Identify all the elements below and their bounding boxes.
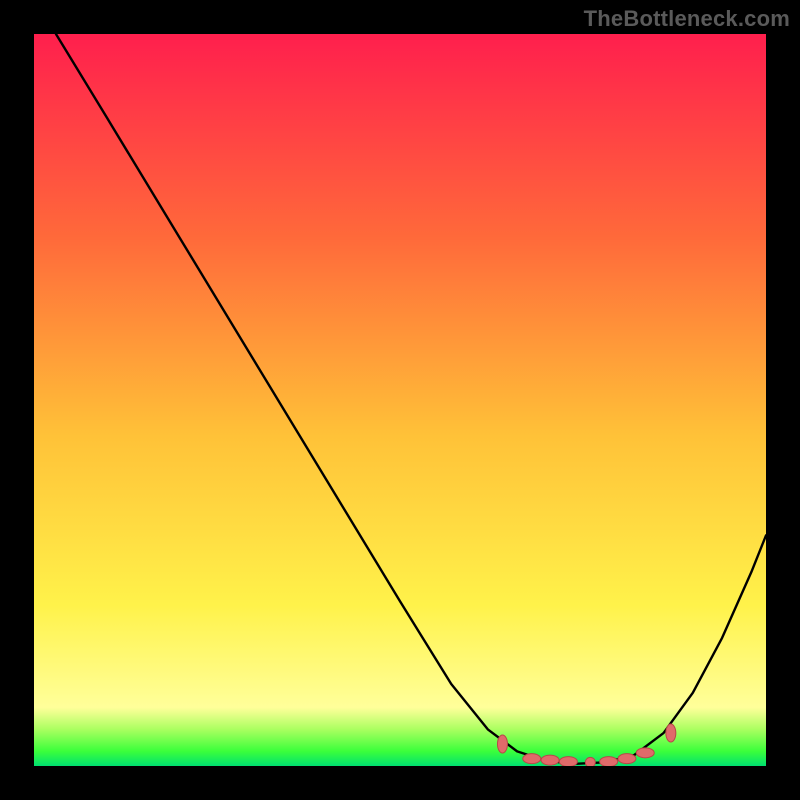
valley-marker [523, 754, 541, 764]
valley-marker [636, 748, 654, 758]
chart-frame: TheBottleneck.com [0, 0, 800, 800]
valley-marker [497, 735, 507, 753]
plot-svg [34, 34, 766, 766]
watermark-text: TheBottleneck.com [584, 6, 790, 32]
plot-area [34, 34, 766, 766]
valley-marker [618, 754, 636, 764]
valley-marker [559, 757, 577, 766]
valley-marker [585, 757, 595, 766]
valley-marker [600, 757, 618, 766]
valley-marker [666, 724, 676, 742]
gradient-rect [34, 34, 766, 766]
valley-marker [541, 755, 559, 765]
